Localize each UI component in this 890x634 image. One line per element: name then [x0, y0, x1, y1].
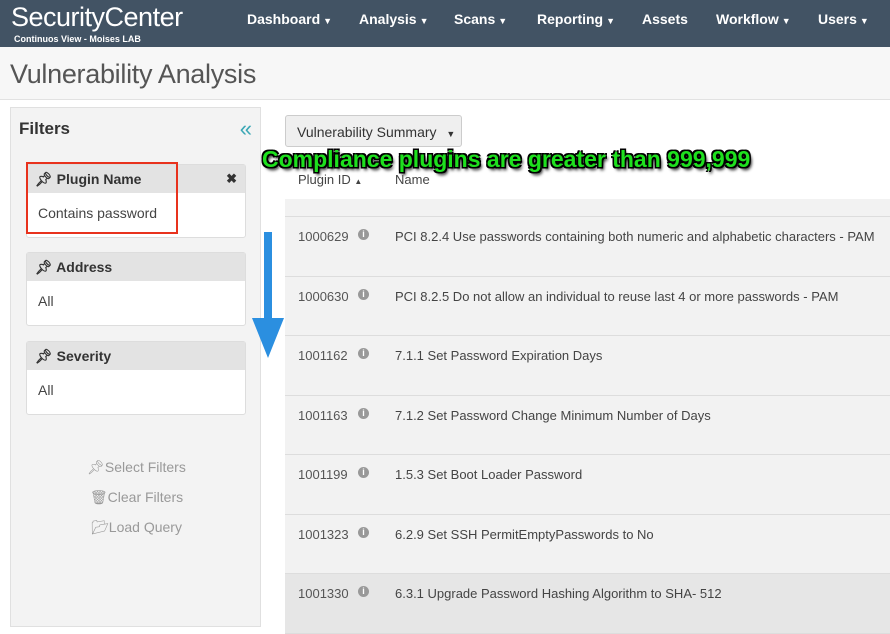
column-name[interactable]: Name — [395, 172, 430, 187]
plugin-name[interactable]: 1.5.3 Set Boot Loader Password — [395, 467, 582, 482]
view-select[interactable]: Vulnerability Summary ▼ — [285, 115, 462, 147]
nav-dashboard[interactable]: Dashboard ▼ — [247, 11, 332, 27]
nav-label: Analysis — [359, 11, 417, 27]
filter-severity[interactable]: 📌︎ Severity All — [26, 341, 246, 415]
column-label: Plugin ID — [298, 172, 351, 187]
plugin-id[interactable]: 1001323 — [298, 527, 349, 542]
plugin-name[interactable]: PCI 8.2.4 Use passwords containing both … — [395, 229, 875, 244]
plugin-name[interactable]: 6.2.9 Set SSH PermitEmptyPasswords to No — [395, 527, 654, 542]
pin-icon: 📌︎ — [35, 259, 53, 275]
caret-down-icon: ▼ — [498, 16, 508, 26]
logo[interactable]: SecurityCenter — [11, 2, 183, 33]
plugin-id[interactable]: 1000629 — [298, 229, 349, 244]
info-icon[interactable]: i — [358, 467, 369, 478]
plugin-id[interactable]: 1001330 — [298, 586, 349, 601]
annotation-text: Compliance plugins are greater than 999,… — [262, 146, 751, 172]
nav-label: Dashboard — [247, 11, 321, 27]
caret-down-icon: ▼ — [606, 16, 616, 26]
table-row[interactable]: 1000629 i PCI 8.2.4 Use passwords containi… — [285, 217, 890, 277]
down-arrow-icon — [252, 232, 284, 358]
top-nav-bar: SecurityCenter Continuos View - Moises L… — [0, 0, 890, 47]
nav-label: Reporting — [537, 11, 604, 27]
page-title: Vulnerability Analysis — [10, 59, 257, 89]
sort-asc-icon: ▲ — [354, 177, 363, 186]
plugin-name[interactable]: 6.3.1 Upgrade Password Hashing Algorithm… — [395, 586, 722, 601]
nav-users[interactable]: Users ▼ — [818, 11, 869, 27]
info-icon[interactable]: i — [358, 348, 369, 359]
caret-down-icon: ▼ — [323, 16, 333, 26]
plugin-id[interactable]: 1001162 — [298, 348, 348, 363]
info-icon[interactable]: i — [358, 229, 369, 240]
select-filters-button[interactable]: 📌︎Select Filters — [11, 459, 262, 476]
highlight-box — [26, 162, 178, 234]
plugin-name[interactable]: PCI 8.2.5 Do not allow an individual to … — [395, 289, 838, 304]
filter-value: All — [38, 382, 54, 398]
pin-icon: 📌︎ — [35, 348, 53, 364]
nav-analysis[interactable]: Analysis ▼ — [359, 11, 429, 27]
trash-icon: 🗑︎ — [89, 489, 108, 505]
nav-workflow[interactable]: Workflow ▼ — [716, 11, 791, 27]
nav-assets[interactable]: Assets — [642, 11, 688, 27]
filter-label: Address — [56, 259, 113, 275]
plugin-id[interactable]: 1001163 — [298, 408, 348, 423]
load-query-button[interactable]: 📂︎Load Query — [11, 519, 262, 536]
caret-down-icon: ▼ — [859, 16, 869, 26]
view-select-label: Vulnerability Summary — [297, 124, 437, 140]
caret-down-icon: ▼ — [446, 129, 456, 139]
filter-value: All — [38, 293, 54, 309]
table-row[interactable]: 1001330 i 6.3.1 Upgrade Password Hashing A… — [285, 574, 890, 634]
nav-scans[interactable]: Scans ▼ — [454, 11, 507, 27]
nav-label: Workflow — [716, 11, 779, 27]
results-table: 1000629 i PCI 8.2.4 Use passwords containi… — [285, 199, 890, 634]
plugin-name[interactable]: 7.1.1 Set Password Expiration Days — [395, 348, 602, 363]
action-label: Select Filters — [104, 459, 186, 475]
table-row[interactable]: 1001162 i 7.1.1 Set Password Expiration Da… — [285, 336, 890, 396]
caret-down-icon: ▼ — [781, 16, 791, 26]
info-icon[interactable]: i — [358, 526, 369, 538]
title-bar: Vulnerability Analysis — [0, 47, 890, 100]
plugin-id[interactable]: 1001199 — [298, 467, 348, 482]
org-subtitle: Continuos View - Moises LAB — [14, 34, 141, 44]
table-row[interactable]: 1000630 i PCI 8.2.5 Do not allow an indivi… — [285, 276, 890, 336]
info-icon[interactable]: i — [358, 407, 369, 419]
info-icon[interactable]: i — [358, 586, 369, 597]
nav-label: Scans — [454, 11, 496, 27]
collapse-icon[interactable]: « — [240, 116, 252, 142]
column-plugin-id[interactable]: Plugin ID ▲ — [298, 172, 362, 187]
pin-icon: 📌︎ — [87, 459, 105, 475]
filter-label: Severity — [56, 348, 112, 364]
close-icon[interactable]: ✖ — [226, 171, 237, 187]
folder-icon: 📂︎ — [91, 519, 109, 535]
plugin-id[interactable]: 1000630 — [298, 289, 349, 304]
action-label: Clear Filters — [107, 489, 184, 505]
table-row[interactable]: 1001163 i 7.1.2 Set Password Change Minimu… — [285, 395, 890, 455]
table-row[interactable]: 1001199 i 1.5.3 Set Boot Loader Password — [285, 455, 890, 515]
filters-title: Filters — [19, 119, 71, 138]
nav-reporting[interactable]: Reporting ▼ — [537, 11, 615, 27]
plugin-name[interactable]: 7.1.2 Set Password Change Minimum Number… — [395, 408, 711, 423]
info-icon[interactable]: i — [358, 288, 369, 300]
nav-label: Assets — [642, 11, 688, 27]
table-row[interactable]: 1001323 i 6.2.9 Set SSH PermitEmptyPasswor… — [285, 514, 890, 574]
nav-label: Users — [818, 11, 857, 27]
table-spacer — [285, 199, 890, 217]
clear-filters-button[interactable]: 🗑︎Clear Filters — [11, 489, 262, 506]
action-label: Load Query — [108, 519, 182, 535]
filter-address[interactable]: 📌︎ Address All — [26, 252, 246, 326]
caret-down-icon: ▼ — [419, 16, 429, 26]
